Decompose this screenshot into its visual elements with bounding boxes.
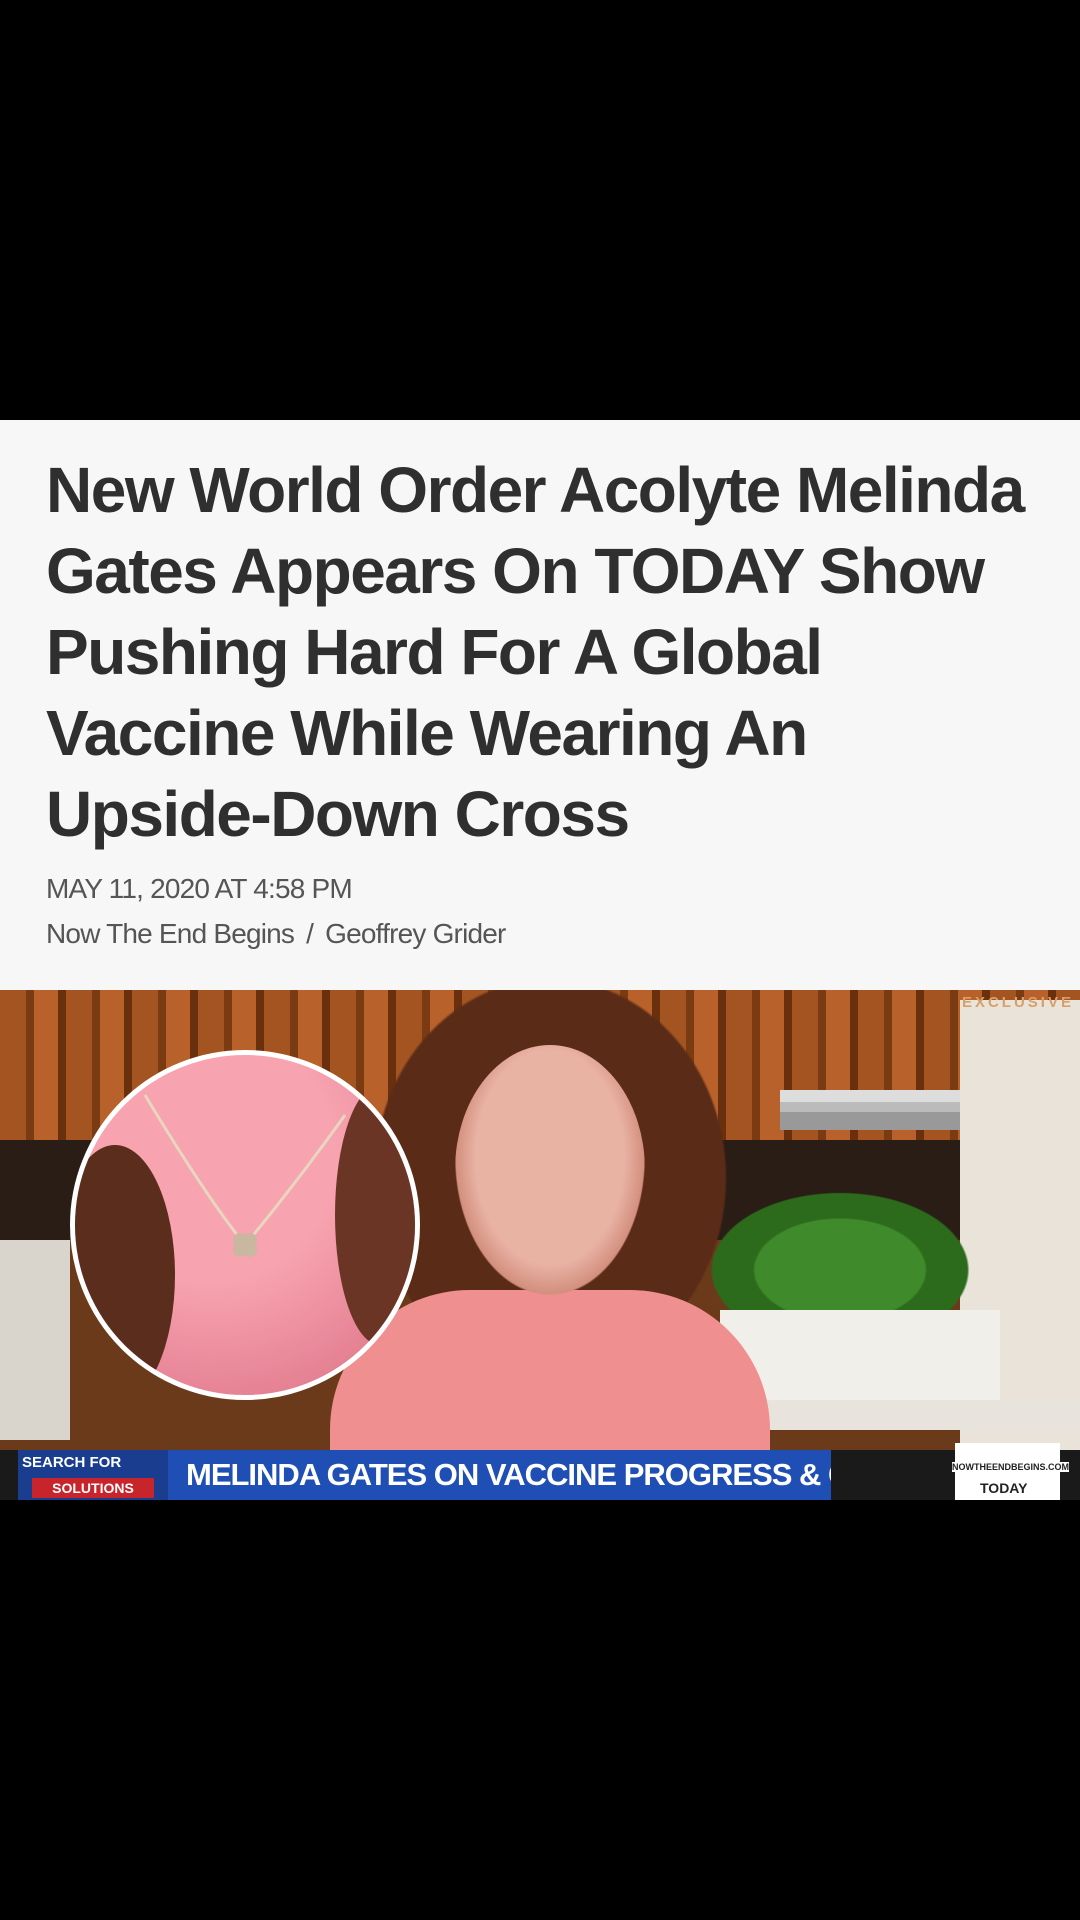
cross-pendant-icon	[233, 1233, 257, 1257]
today-watermark: TODAY	[980, 1480, 1028, 1496]
picture-frame	[0, 1240, 70, 1440]
chyron-brand-top: SEARCH FOR	[22, 1454, 122, 1471]
news-chyron: SEARCH FOR SOLUTIONS MELINDA GATES ON VA…	[0, 1450, 1080, 1500]
exclusive-tag: EXCLUSIVE	[961, 994, 1074, 1011]
chyron-brand-bottom: SOLUTIONS	[32, 1478, 154, 1498]
article-headline[interactable]: New World Order Acolyte Melinda Gates Ap…	[46, 450, 1046, 855]
article-header: New World Order Acolyte Melinda Gates Ap…	[0, 420, 1080, 990]
necklace-closeup-inset	[70, 1050, 420, 1400]
site-watermark: NOWTHEENDBEGINS.COM	[952, 1462, 1069, 1472]
byline-separator: /	[306, 918, 314, 949]
author-link[interactable]: Geoffrey Grider	[325, 918, 506, 950]
site-name-link[interactable]: Now The End Begins	[46, 918, 295, 950]
chyron-headline: MELINDA GATES ON VACCINE PROGRESS & CARE…	[168, 1450, 831, 1500]
article-image[interactable]: EXCLUSIVE SEARCH FOR SOLUTIONS MELINDA G…	[0, 990, 1080, 1500]
necklace-chain	[143, 1094, 347, 1248]
article-byline: Now The End Begins / Geoffrey Grider	[46, 918, 506, 950]
face	[455, 1045, 645, 1295]
article-date: MAY 11, 2020 AT 4:58 PM	[46, 873, 353, 904]
chyron-brand: SEARCH FOR SOLUTIONS	[18, 1450, 168, 1500]
